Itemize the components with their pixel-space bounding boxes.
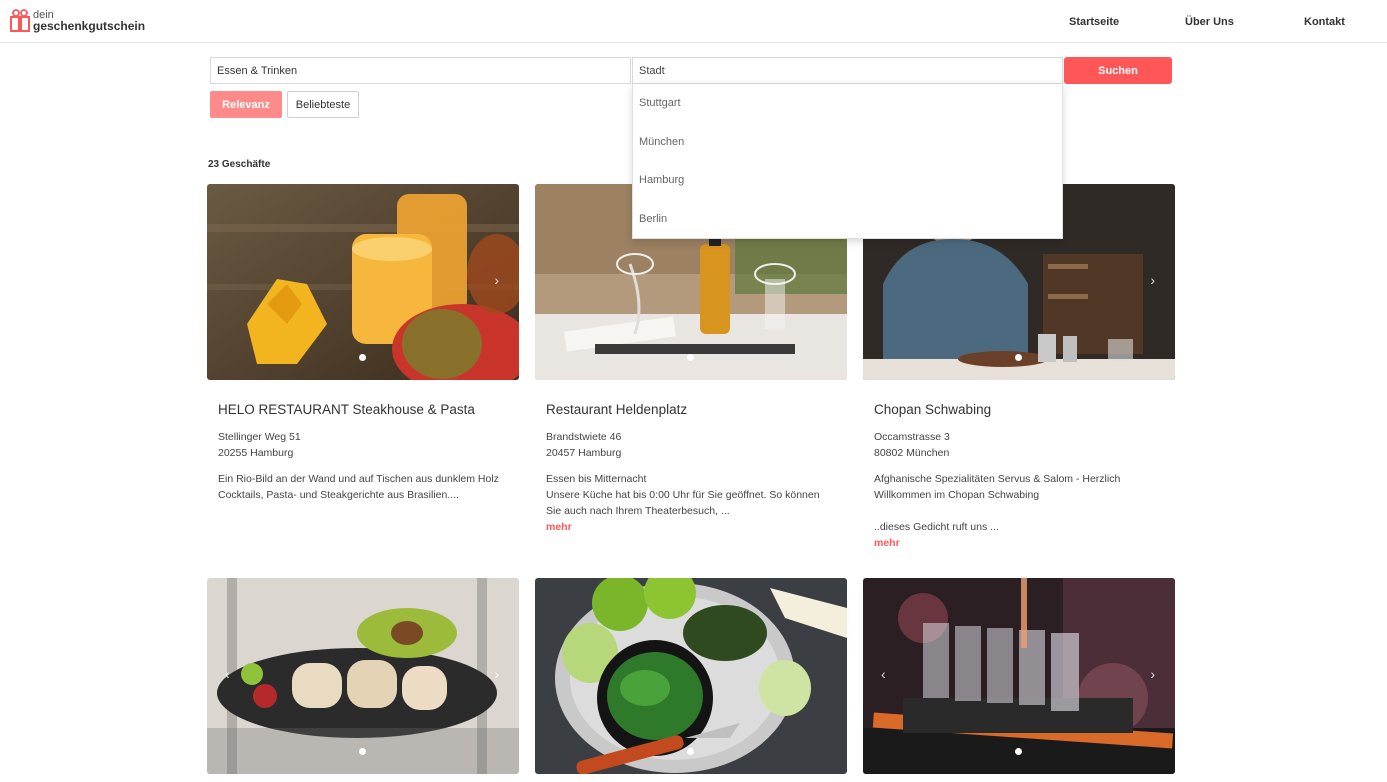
- shop-card[interactable]: › Chopan Schwabing Occamstrasse 3 80802 …: [863, 184, 1175, 551]
- shop-street: Stellinger Weg 51: [218, 431, 301, 443]
- shop-card[interactable]: [535, 578, 847, 774]
- city-option-hamburg[interactable]: Hamburg: [633, 161, 1062, 200]
- chevron-right-icon[interactable]: ›: [1150, 272, 1155, 288]
- nav-ueber-uns[interactable]: Über Uns: [1185, 16, 1234, 28]
- shop-description: Essen bis Mitternacht Unsere Küche hat b…: [546, 473, 820, 517]
- chevron-left-icon[interactable]: ‹: [225, 666, 230, 682]
- category-input[interactable]: [210, 57, 631, 84]
- city-option-berlin[interactable]: Berlin: [633, 200, 1062, 239]
- logo[interactable]: dein geschenkgutschein: [10, 9, 145, 33]
- shop-city: 80802 München: [874, 447, 950, 459]
- shop-description-continued: ..dieses Gedicht ruft uns ...: [874, 521, 999, 533]
- top-header: dein geschenkgutschein Startseite Über U…: [0, 0, 1387, 43]
- shot-glasses-photo[interactable]: ‹ ›: [863, 578, 1175, 774]
- search-button[interactable]: Suchen: [1064, 57, 1172, 84]
- shop-card[interactable]: ‹ ›: [207, 578, 519, 774]
- chevron-left-icon[interactable]: ‹: [881, 666, 886, 682]
- city-option-muenchen[interactable]: München: [633, 123, 1062, 162]
- carousel-dot[interactable]: [1015, 354, 1022, 361]
- spinach-bowl-photo[interactable]: [535, 578, 847, 774]
- logo-text-brand: geschenkgutschein: [33, 19, 146, 33]
- carousel-dot[interactable]: [687, 354, 694, 361]
- more-link[interactable]: mehr: [546, 519, 836, 535]
- shop-street: Brandstwiete 46: [546, 431, 622, 443]
- wraps-plate-photo[interactable]: ‹ ›: [207, 578, 519, 774]
- more-link[interactable]: mehr: [874, 535, 1164, 551]
- shop-title[interactable]: Restaurant Heldenplatz: [546, 402, 836, 417]
- city-input[interactable]: [632, 57, 1063, 84]
- carousel-dot[interactable]: [359, 748, 366, 755]
- carousel-dot[interactable]: [359, 354, 366, 361]
- nav-kontakt[interactable]: Kontakt: [1304, 16, 1345, 28]
- shop-card[interactable]: › HELO RESTAURANT Steakhouse & Pasta Ste…: [207, 184, 519, 503]
- shop-description: Afghanische Spezialitäten Servus & Salom…: [874, 473, 1121, 501]
- shop-title[interactable]: Chopan Schwabing: [874, 402, 1164, 417]
- city-option-stuttgart[interactable]: Stuttgart: [633, 84, 1062, 123]
- nav-startseite[interactable]: Startseite: [1069, 16, 1119, 28]
- sort-beliebteste-button[interactable]: Beliebteste: [287, 91, 359, 118]
- carousel-dot[interactable]: [687, 748, 694, 755]
- chevron-right-icon[interactable]: ›: [494, 666, 499, 682]
- carousel-dot[interactable]: [1015, 748, 1022, 755]
- mango-juice-photo[interactable]: ›: [207, 184, 519, 380]
- shop-city: 20255 Hamburg: [218, 447, 294, 459]
- sort-relevanz-button[interactable]: Relevanz: [210, 91, 282, 118]
- shop-city: 20457 Hamburg: [546, 447, 622, 459]
- city-dropdown: Stuttgart München Hamburg Berlin: [632, 84, 1063, 239]
- result-count: 23 Geschäfte: [208, 159, 271, 170]
- shop-title[interactable]: HELO RESTAURANT Steakhouse & Pasta: [218, 402, 508, 417]
- shop-street: Occamstrasse 3: [874, 431, 950, 443]
- shop-card[interactable]: ‹ ›: [863, 578, 1175, 774]
- chevron-right-icon[interactable]: ›: [1150, 666, 1155, 682]
- gift-icon: [10, 9, 30, 33]
- shop-description: Ein Rio-Bild an der Wand und auf Tischen…: [218, 473, 499, 501]
- chevron-right-icon[interactable]: ›: [494, 272, 499, 288]
